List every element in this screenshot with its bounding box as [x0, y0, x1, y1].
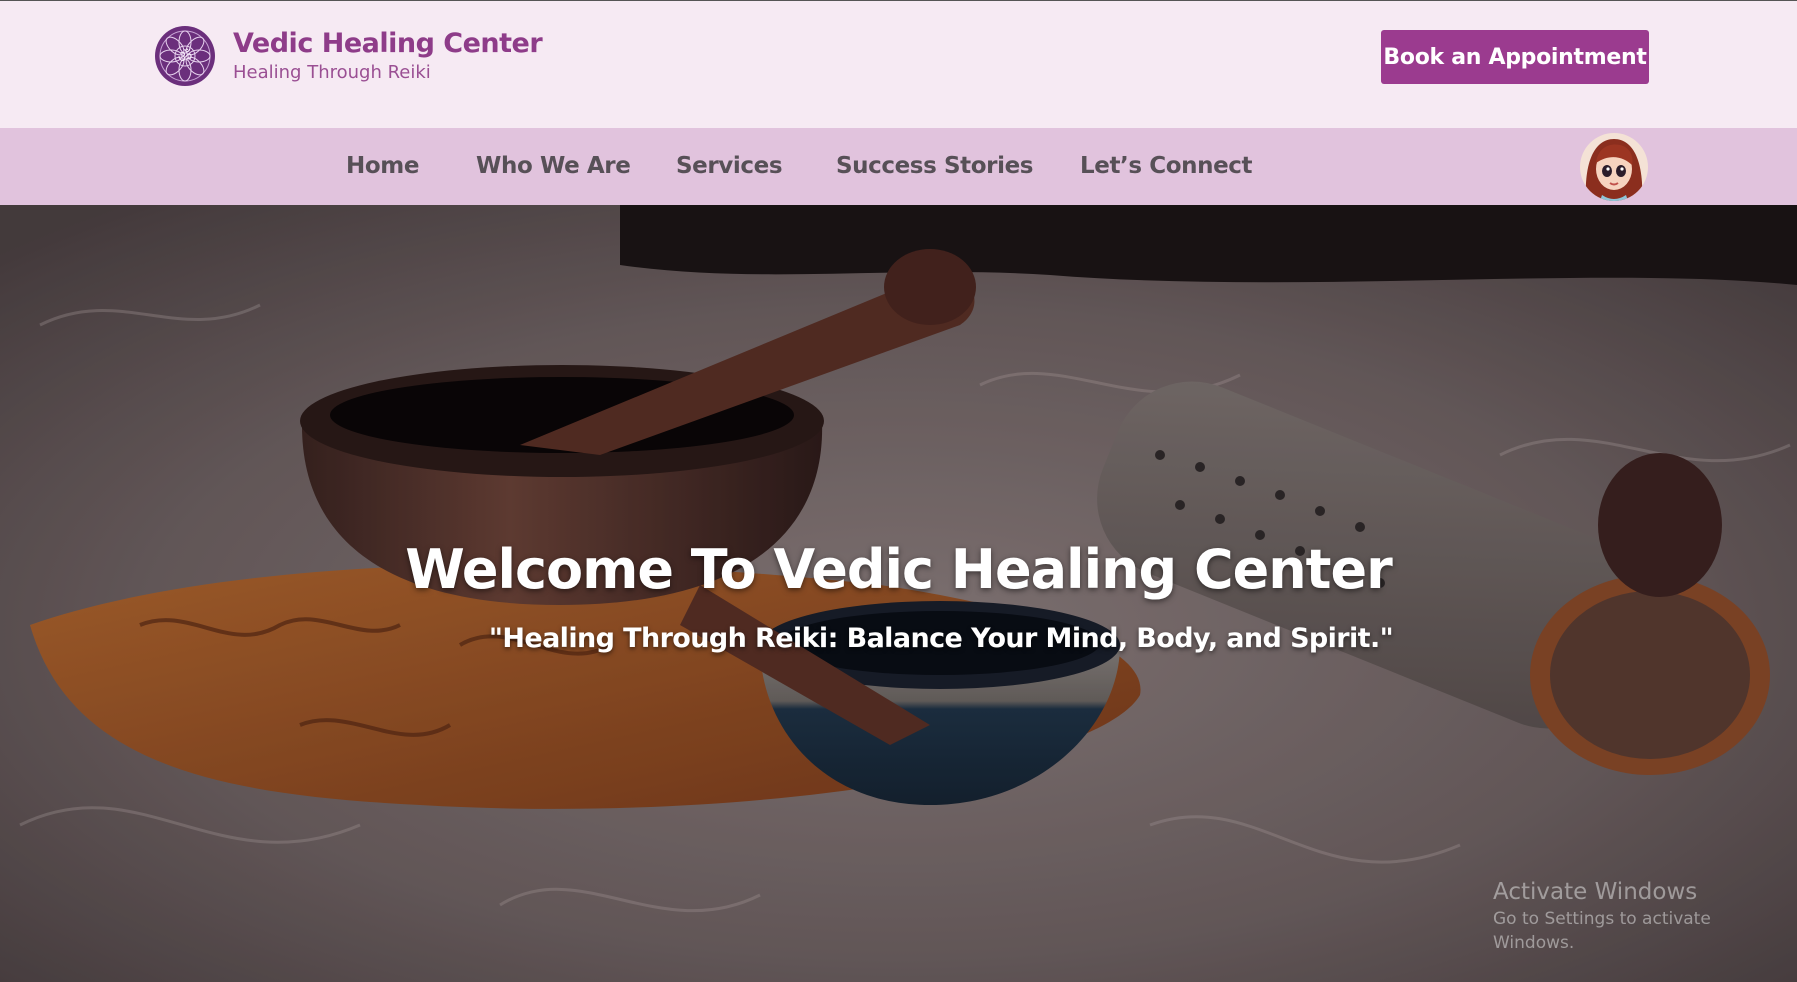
nav-item-who-we-are[interactable]: Who We Are — [476, 128, 631, 205]
brand-text: Vedic Healing Center Healing Through Rei… — [233, 27, 543, 85]
activate-windows-watermark: Activate Windows Go to Settings to activ… — [1493, 877, 1797, 955]
hero-subtitle: "Healing Through Reiki: Balance Your Min… — [488, 623, 1394, 654]
svg-text:ॐ: ॐ — [178, 47, 193, 66]
hero-banner: Welcome To Vedic Healing Center "Healing… — [0, 205, 1797, 982]
brand-title: Vedic Healing Center — [233, 28, 543, 59]
nav-item-home[interactable]: Home — [346, 128, 419, 205]
brand-subtitle: Healing Through Reiki — [233, 62, 431, 83]
book-appointment-button[interactable]: Book an Appointment — [1381, 30, 1649, 84]
lotus-mandala-icon: ॐ — [155, 26, 215, 86]
watermark-subtitle: Go to Settings to activate Windows. — [1493, 909, 1711, 953]
hero-title: Welcome To Vedic Healing Center — [405, 538, 1393, 601]
nav-item-lets-connect[interactable]: Let’s Connect — [1080, 128, 1253, 205]
avatar-portrait-icon — [1580, 133, 1648, 201]
brand[interactable]: ॐ Vedic Healing Center Healing Through R… — [154, 25, 543, 87]
watermark-title: Activate Windows — [1493, 879, 1698, 905]
main-nav: Home Who We Are Services Success Stories… — [0, 128, 1797, 205]
top-header: ॐ Vedic Healing Center Healing Through R… — [0, 0, 1797, 128]
nav-item-success-stories[interactable]: Success Stories — [836, 128, 1033, 205]
user-avatar[interactable] — [1580, 133, 1648, 201]
nav-item-services[interactable]: Services — [676, 128, 783, 205]
